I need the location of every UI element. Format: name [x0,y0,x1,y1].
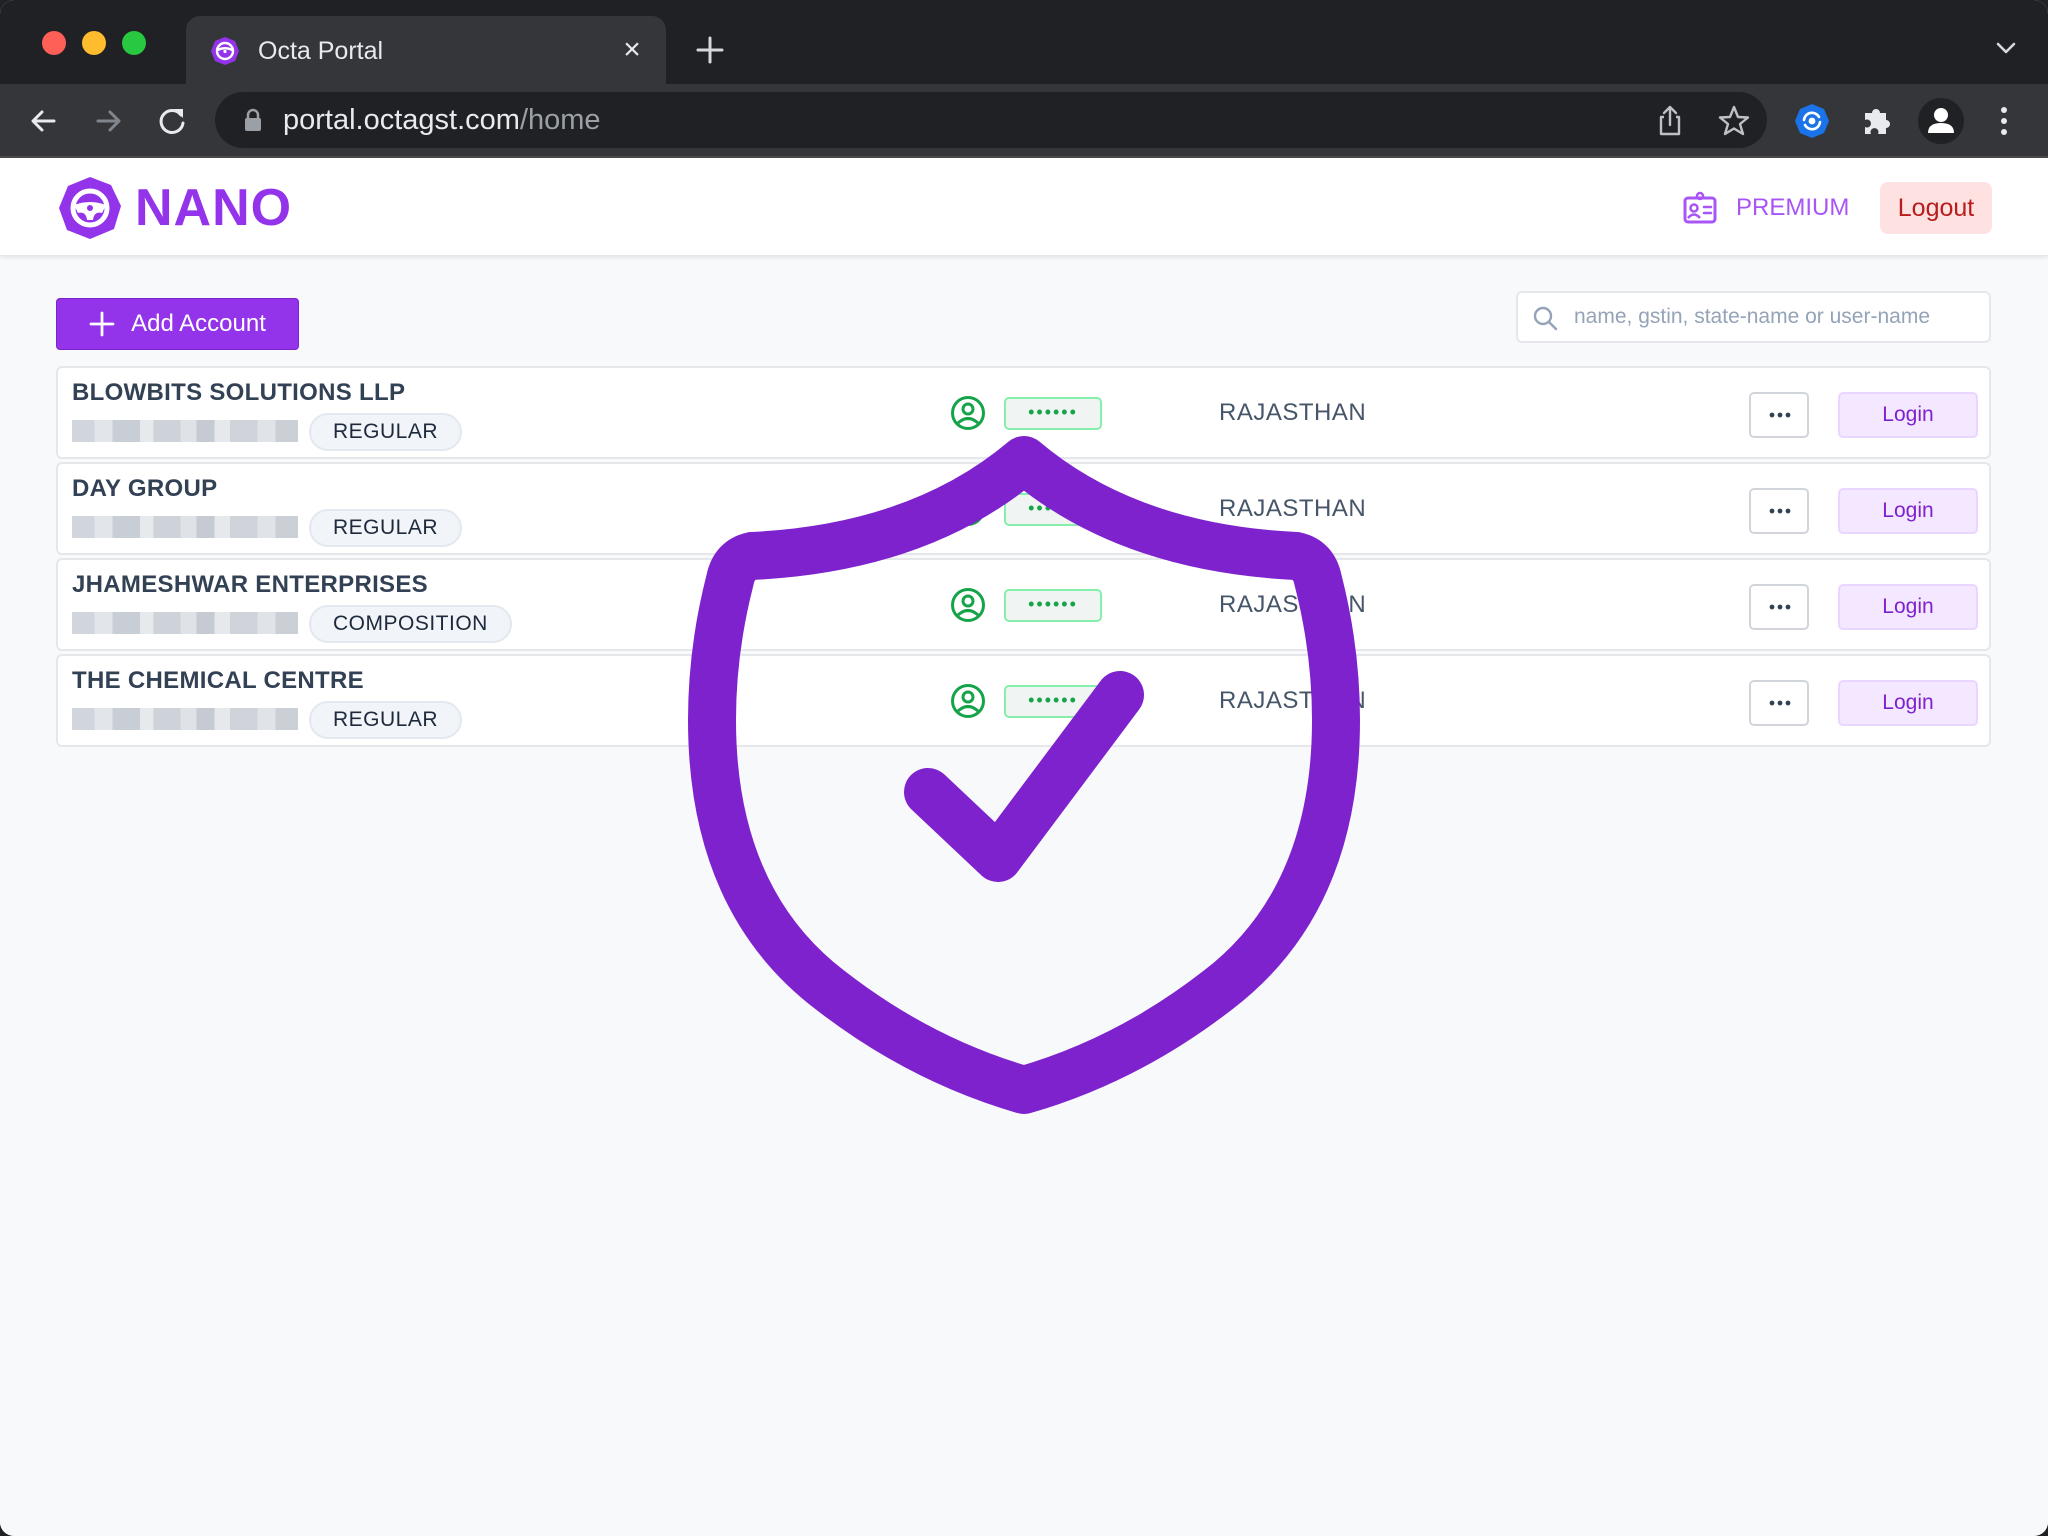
logo-text: NANO [135,179,293,237]
browser-menu-kebab-icon[interactable] [1984,101,2024,141]
gstin-redacted [72,708,298,730]
account-list: BLOWBITS SOLUTIONS LLP REGULAR •••••• RA… [56,366,1991,750]
account-name: THE CHEMICAL CENTRE [72,667,364,694]
lock-icon [245,108,261,131]
state-name: RAJASTHAN [1219,687,1367,714]
logout-button[interactable]: Logout [1880,182,1992,234]
app-page: NANO PREMIUM Logout Add Account name, gs… [0,158,2048,1536]
url-path: /home [519,104,601,136]
ellipsis-icon [1769,604,1791,610]
account-type-badge: REGULAR [309,509,463,547]
back-arrow-icon[interactable] [24,101,64,141]
maximize-window-button[interactable] [122,31,146,55]
account-row: JHAMESHWAR ENTERPRISES COMPOSITION •••••… [56,558,1991,651]
url-text: portal.octagst.com/home [283,104,601,136]
tab-title: Octa Portal [258,37,384,65]
gstin-redacted [72,516,298,538]
password-mask[interactable]: •••••• [1004,589,1102,622]
more-options-button[interactable] [1749,584,1809,630]
forward-arrow-icon[interactable] [88,101,128,141]
account-type-badge: COMPOSITION [309,605,512,643]
url-host: portal.octagst.com [283,104,520,136]
more-options-button[interactable] [1749,488,1809,534]
premium-label: PREMIUM [1736,194,1850,221]
share-icon[interactable] [1653,104,1687,138]
reload-icon[interactable] [152,101,192,141]
ellipsis-icon [1769,508,1791,514]
profile-avatar-button[interactable] [1918,98,1964,144]
state-name: RAJASTHAN [1219,399,1367,426]
chevron-down-icon[interactable] [1992,34,2020,62]
app-header: NANO PREMIUM Logout [0,158,2048,256]
login-button[interactable]: Login [1838,392,1978,438]
close-window-button[interactable] [42,31,66,55]
user-circle-icon [951,492,985,526]
user-circle-icon [951,588,985,622]
account-type-badge: REGULAR [309,701,463,739]
state-name: RAJASTHAN [1219,495,1367,522]
extensions-puzzle-icon[interactable] [1856,101,1896,141]
ellipsis-icon [1769,700,1791,706]
account-name: BLOWBITS SOLUTIONS LLP [72,379,406,406]
account-name: JHAMESHWAR ENTERPRISES [72,571,428,598]
login-button[interactable]: Login [1838,488,1978,534]
add-account-label: Add Account [131,310,266,337]
user-circle-icon [951,396,985,430]
address-bar[interactable]: portal.octagst.com/home [215,92,1767,148]
account-row: DAY GROUP REGULAR •••••• RAJASTHAN Login [56,462,1991,555]
search-icon [1533,306,1558,331]
more-options-button[interactable] [1749,680,1809,726]
plus-icon [89,311,115,337]
bookmark-star-icon[interactable] [1717,104,1751,138]
more-options-button[interactable] [1749,392,1809,438]
sync-extension-icon[interactable] [1792,101,1832,141]
account-name: DAY GROUP [72,475,218,502]
browser-window: Octa Portal × portal.octagst.com/home NA… [0,0,2048,1536]
premium-plan-link[interactable]: PREMIUM [1682,188,1849,228]
steering-wheel-favicon-icon [211,37,239,65]
password-mask[interactable]: •••••• [1004,397,1102,430]
password-mask[interactable]: •••••• [1004,685,1102,718]
minimize-window-button[interactable] [82,31,106,55]
password-mask[interactable]: •••••• [1004,493,1102,526]
tab-close-icon[interactable]: × [616,34,648,66]
gstin-redacted [72,612,298,634]
login-button[interactable]: Login [1838,584,1978,630]
ellipsis-icon [1769,412,1791,418]
id-card-icon [1683,191,1717,224]
profile-person-icon [1928,108,1954,133]
gstin-redacted [72,420,298,442]
browser-toolbar: portal.octagst.com/home [0,84,2048,158]
login-button[interactable]: Login [1838,680,1978,726]
account-type-badge: REGULAR [309,413,463,451]
new-tab-icon[interactable] [690,30,730,70]
state-name: RAJASTHAN [1219,591,1367,618]
add-account-button[interactable]: Add Account [56,298,299,350]
account-row: BLOWBITS SOLUTIONS LLP REGULAR •••••• RA… [56,366,1991,459]
tab-octa-portal[interactable]: Octa Portal × [186,16,666,84]
user-circle-icon [951,684,985,718]
tab-bar: Octa Portal × [0,0,2048,84]
search-input[interactable] [1574,301,1979,333]
search-box [1516,291,1991,343]
account-row: THE CHEMICAL CENTRE REGULAR •••••• RAJAS… [56,654,1991,747]
nano-logo-icon [59,177,121,239]
